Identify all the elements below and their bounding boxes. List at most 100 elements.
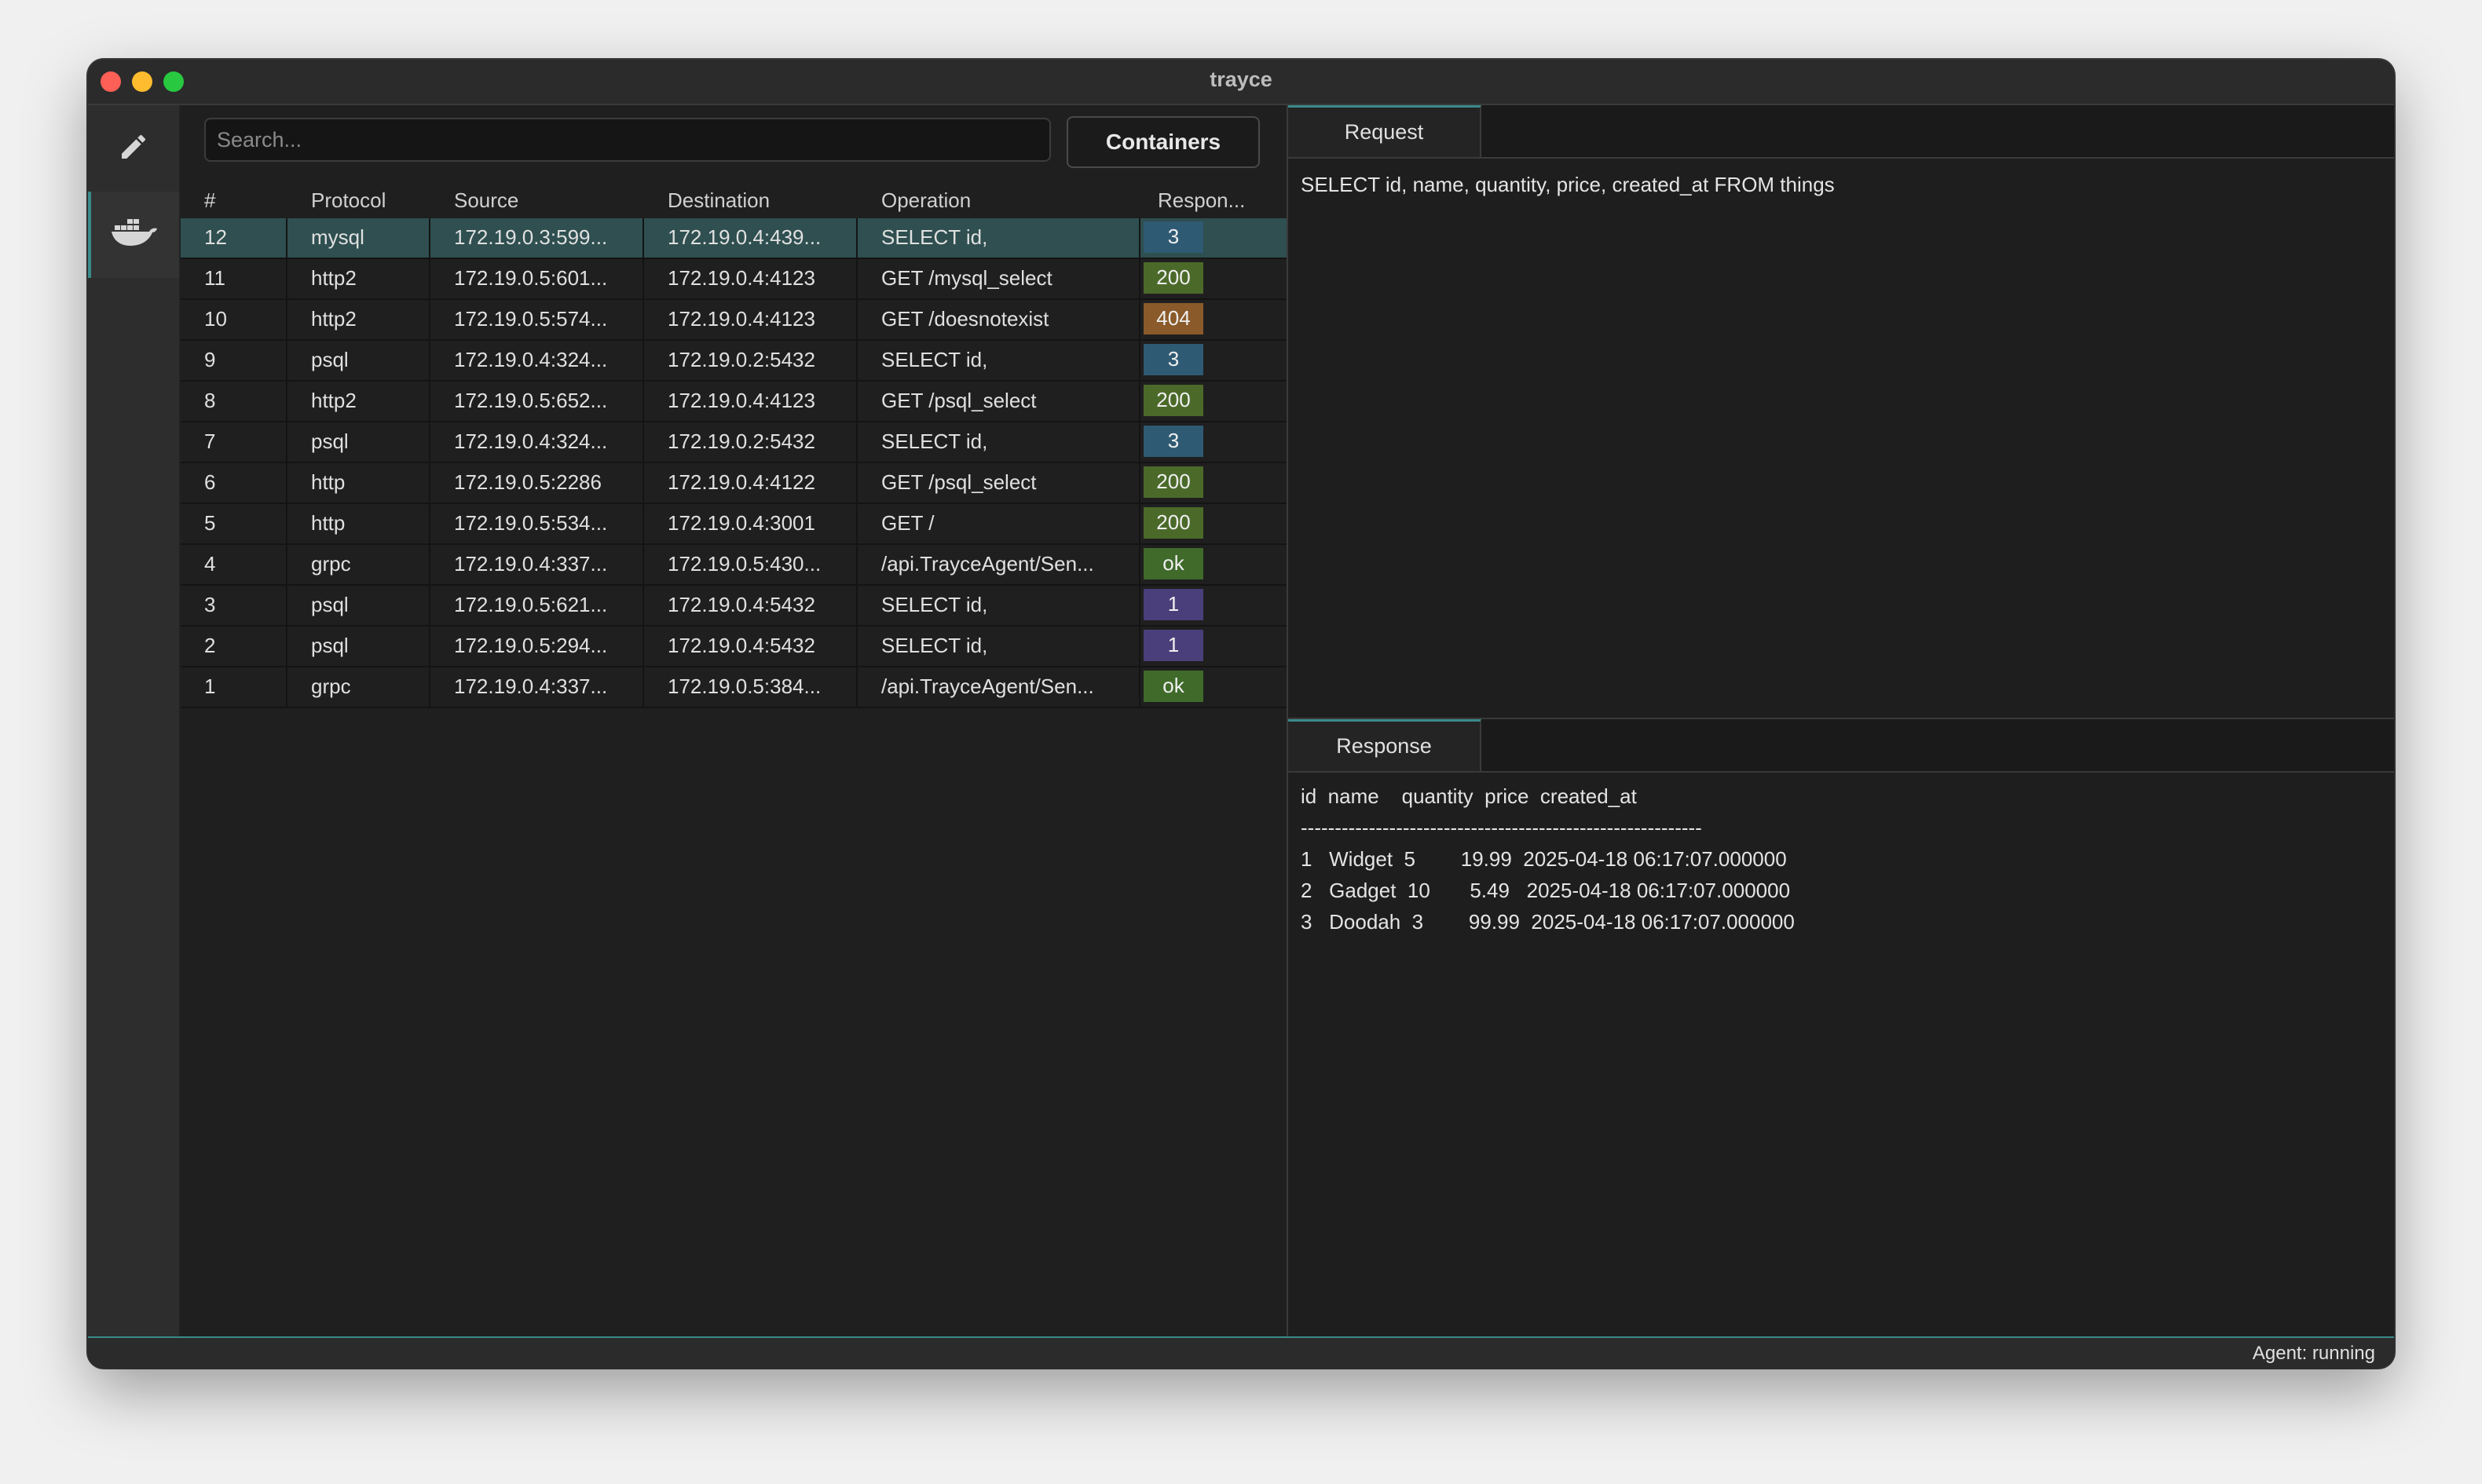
row-number: 3: [181, 586, 287, 625]
request-pane: Request SELECT id, name, quantity, price…: [1288, 105, 2394, 719]
table-header: # Protocol Source Destination Operation …: [181, 181, 1287, 218]
row-protocol: http2: [287, 259, 430, 298]
tab-request[interactable]: Request: [1288, 105, 1481, 157]
response-status-badge: ok: [1144, 671, 1203, 702]
row-operation: GET /doesnotexist: [858, 300, 1140, 339]
row-number: 12: [181, 218, 287, 258]
row-source: 172.19.0.5:652...: [430, 382, 644, 421]
row-destination: 172.19.0.4:5432: [644, 627, 858, 666]
row-destination: 172.19.0.4:439...: [644, 218, 858, 258]
response-tab-bar: Response: [1288, 719, 2394, 773]
row-source: 172.19.0.4:324...: [430, 422, 644, 462]
column-header-destination[interactable]: Destination: [668, 188, 770, 213]
table-row[interactable]: 11 http2 172.19.0.5:601... 172.19.0.4:4123 G…: [181, 259, 1287, 300]
row-source: 172.19.0.5:294...: [430, 627, 644, 666]
table-row[interactable]: 1 grpc 172.19.0.4:337... 172.19.0.5:384... /…: [181, 667, 1287, 708]
response-status-badge: 1: [1144, 630, 1203, 661]
row-number: 2: [181, 627, 287, 666]
response-line: 1 Widget 5 19.99 2025-04-18 06:17:07.000…: [1301, 847, 1787, 871]
column-header-protocol[interactable]: Protocol: [311, 188, 386, 213]
row-destination: 172.19.0.4:3001: [644, 504, 858, 543]
row-protocol: psql: [287, 627, 430, 666]
row-operation: /api.TrayceAgent/Sen...: [858, 667, 1140, 707]
row-protocol: grpc: [287, 545, 430, 584]
row-operation: GET /psql_select: [858, 463, 1140, 503]
row-number: 9: [181, 341, 287, 380]
row-operation: SELECT id,: [858, 586, 1140, 625]
row-source: 172.19.0.4:337...: [430, 545, 644, 584]
containers-button[interactable]: Containers: [1067, 116, 1260, 168]
table-row[interactable]: 9 psql 172.19.0.4:324... 172.19.0.2:5432 SEL…: [181, 341, 1287, 382]
column-header-source[interactable]: Source: [454, 188, 518, 213]
row-destination: 172.19.0.2:5432: [644, 341, 858, 380]
row-destination: 172.19.0.4:4123: [644, 300, 858, 339]
row-number: 7: [181, 422, 287, 462]
table-row[interactable]: 4 grpc 172.19.0.4:337... 172.19.0.5:430... /…: [181, 545, 1287, 586]
response-status-badge: 3: [1144, 344, 1203, 375]
pencil-icon: [118, 131, 149, 166]
row-protocol: grpc: [287, 667, 430, 707]
response-status-badge: 3: [1144, 426, 1203, 457]
row-operation: GET /mysql_select: [858, 259, 1140, 298]
response-status-badge: 3: [1144, 221, 1203, 253]
table-row[interactable]: 7 psql 172.19.0.4:324... 172.19.0.2:5432 SEL…: [181, 422, 1287, 463]
column-header-response[interactable]: Respon...: [1158, 188, 1245, 213]
row-source: 172.19.0.5:601...: [430, 259, 644, 298]
row-destination: 172.19.0.5:384...: [644, 667, 858, 707]
table-row[interactable]: 12 mysql 172.19.0.3:599... 172.19.0.4:439..…: [181, 218, 1287, 259]
table-row[interactable]: 8 http2 172.19.0.5:652... 172.19.0.4:4123 GE…: [181, 382, 1287, 422]
response-body: id name quantity price created_at -------…: [1301, 780, 1795, 938]
response-status-badge: 200: [1144, 385, 1203, 416]
row-source: 172.19.0.5:2286: [430, 463, 644, 503]
row-destination: 172.19.0.4:5432: [644, 586, 858, 625]
response-status-badge: 200: [1144, 262, 1203, 294]
row-number: 1: [181, 667, 287, 707]
row-operation: GET /: [858, 504, 1140, 543]
response-status-badge: 200: [1144, 507, 1203, 539]
row-operation: GET /psql_select: [858, 382, 1140, 421]
row-source: 172.19.0.5:574...: [430, 300, 644, 339]
row-operation: SELECT id,: [858, 627, 1140, 666]
app-window: trayce Search... Containers # Protocol S…: [88, 60, 2394, 1368]
row-number: 8: [181, 382, 287, 421]
column-header-operation[interactable]: Operation: [881, 188, 971, 213]
column-header-number[interactable]: #: [204, 188, 215, 213]
row-protocol: psql: [287, 341, 430, 380]
response-pane: Response id name quantity price created_…: [1288, 719, 2394, 1338]
response-line: 3 Doodah 3 99.99 2025-04-18 06:17:07.000…: [1301, 910, 1795, 934]
row-protocol: psql: [287, 586, 430, 625]
row-source: 172.19.0.4:337...: [430, 667, 644, 707]
row-number: 6: [181, 463, 287, 503]
status-bar: Agent: running: [88, 1336, 2394, 1368]
table-row[interactable]: 10 http2 172.19.0.5:574... 172.19.0.4:4123 G…: [181, 300, 1287, 341]
sidebar-item-editor[interactable]: [88, 105, 179, 192]
table-row[interactable]: 2 psql 172.19.0.5:294... 172.19.0.4:5432 SEL…: [181, 627, 1287, 667]
table-row[interactable]: 3 psql 172.19.0.5:621... 172.19.0.4:5432 SEL…: [181, 586, 1287, 627]
row-destination: 172.19.0.2:5432: [644, 422, 858, 462]
sidebar-item-containers[interactable]: [88, 192, 179, 278]
row-source: 172.19.0.3:599...: [430, 218, 644, 258]
row-destination: 172.19.0.4:4122: [644, 463, 858, 503]
request-body: SELECT id, name, quantity, price, create…: [1301, 173, 1835, 196]
tab-response[interactable]: Response: [1288, 719, 1481, 771]
row-protocol: http: [287, 463, 430, 503]
docker-whale-icon: [110, 214, 160, 256]
row-protocol: http: [287, 504, 430, 543]
row-destination: 172.19.0.5:430...: [644, 545, 858, 584]
row-operation: SELECT id,: [858, 218, 1140, 258]
response-status-badge: ok: [1144, 548, 1203, 579]
response-status-badge: 404: [1144, 303, 1203, 334]
table-row[interactable]: 6 http 172.19.0.5:2286 172.19.0.4:4122 GET /…: [181, 463, 1287, 504]
row-number: 10: [181, 300, 287, 339]
flows-table: 12 mysql 172.19.0.3:599... 172.19.0.4:439..…: [181, 218, 1287, 708]
window-title: trayce: [1210, 68, 1272, 91]
agent-status: Agent: running: [2252, 1343, 2375, 1364]
row-source: 172.19.0.5:621...: [430, 586, 644, 625]
search-input[interactable]: [204, 118, 1051, 162]
row-protocol: http2: [287, 382, 430, 421]
row-source: 172.19.0.5:534...: [430, 504, 644, 543]
row-protocol: mysql: [287, 218, 430, 258]
row-source: 172.19.0.4:324...: [430, 341, 644, 380]
flows-panel: Containers # Protocol Source Destination…: [181, 105, 1287, 1338]
table-row[interactable]: 5 http 172.19.0.5:534... 172.19.0.4:3001 GET…: [181, 504, 1287, 545]
